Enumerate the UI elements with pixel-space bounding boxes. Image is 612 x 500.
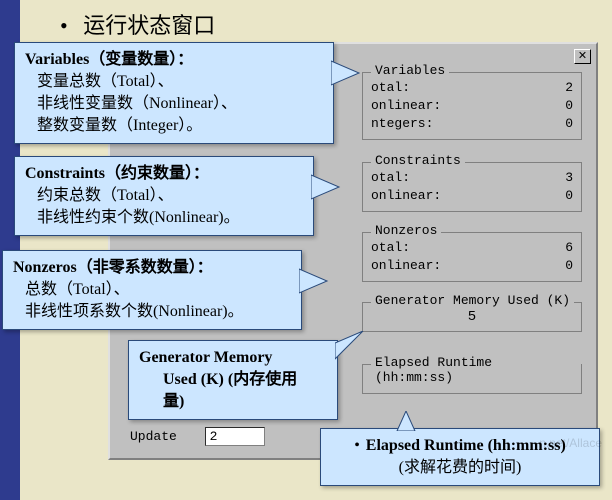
group-memory-label: Generator Memory Used (K) xyxy=(371,293,574,308)
bullet-dot: • xyxy=(60,13,68,38)
group-memory: Generator Memory Used (K) 5 xyxy=(362,302,582,332)
group-constraints-label: Constraints xyxy=(371,153,465,168)
watermark: n.net/Allace xyxy=(539,436,602,450)
callout-variables: Variables（变量数量）： 变量总数（Total）、 非线性变量数（Non… xyxy=(14,42,334,144)
close-icon[interactable]: ✕ xyxy=(574,49,591,64)
update-input[interactable]: 2 xyxy=(205,427,265,446)
callout-constraints: Constraints（约束数量）： 约束总数（Total）、 非线性约束个数(… xyxy=(14,156,314,236)
memory-value: 5 xyxy=(371,309,573,325)
group-variables: Variables otal:2 onlinear:0 ntegers:0 xyxy=(362,72,582,140)
pointer-icon xyxy=(299,261,329,301)
table-row: otal:6 xyxy=(371,239,573,257)
table-row: onlinear:0 xyxy=(371,187,573,205)
pointer-icon xyxy=(331,53,361,93)
table-row: ntegers:0 xyxy=(371,115,573,133)
update-row: Update 2 xyxy=(130,427,265,446)
group-nonzeros-label: Nonzeros xyxy=(371,223,441,238)
table-row: otal:2 xyxy=(371,79,573,97)
slide-title-row: • 运行状态窗口 xyxy=(60,8,215,40)
update-label: Update xyxy=(130,429,177,444)
table-row: otal:3 xyxy=(371,169,573,187)
group-nonzeros: Nonzeros otal:6 onlinear:0 xyxy=(362,232,582,282)
callout-nonzeros: Nonzeros（非零系数数量）： 总数（Total）、 非线性项系数个数(No… xyxy=(2,250,302,330)
callout-memory: Generator Memory Used (K) (内存使用 量) xyxy=(128,340,338,420)
group-variables-label: Variables xyxy=(371,63,449,78)
group-runtime: Elapsed Runtime (hh:mm:ss) 00:00:00 xyxy=(362,364,582,394)
group-constraints: Constraints otal:3 onlinear:0 xyxy=(362,162,582,212)
pointer-icon xyxy=(335,331,365,371)
pointer-icon xyxy=(311,167,341,207)
group-runtime-label: Elapsed Runtime (hh:mm:ss) xyxy=(371,355,581,385)
table-row: onlinear:0 xyxy=(371,257,573,275)
pointer-icon xyxy=(391,411,421,431)
slide-title: 运行状态窗口 xyxy=(83,13,215,38)
table-row: onlinear:0 xyxy=(371,97,573,115)
